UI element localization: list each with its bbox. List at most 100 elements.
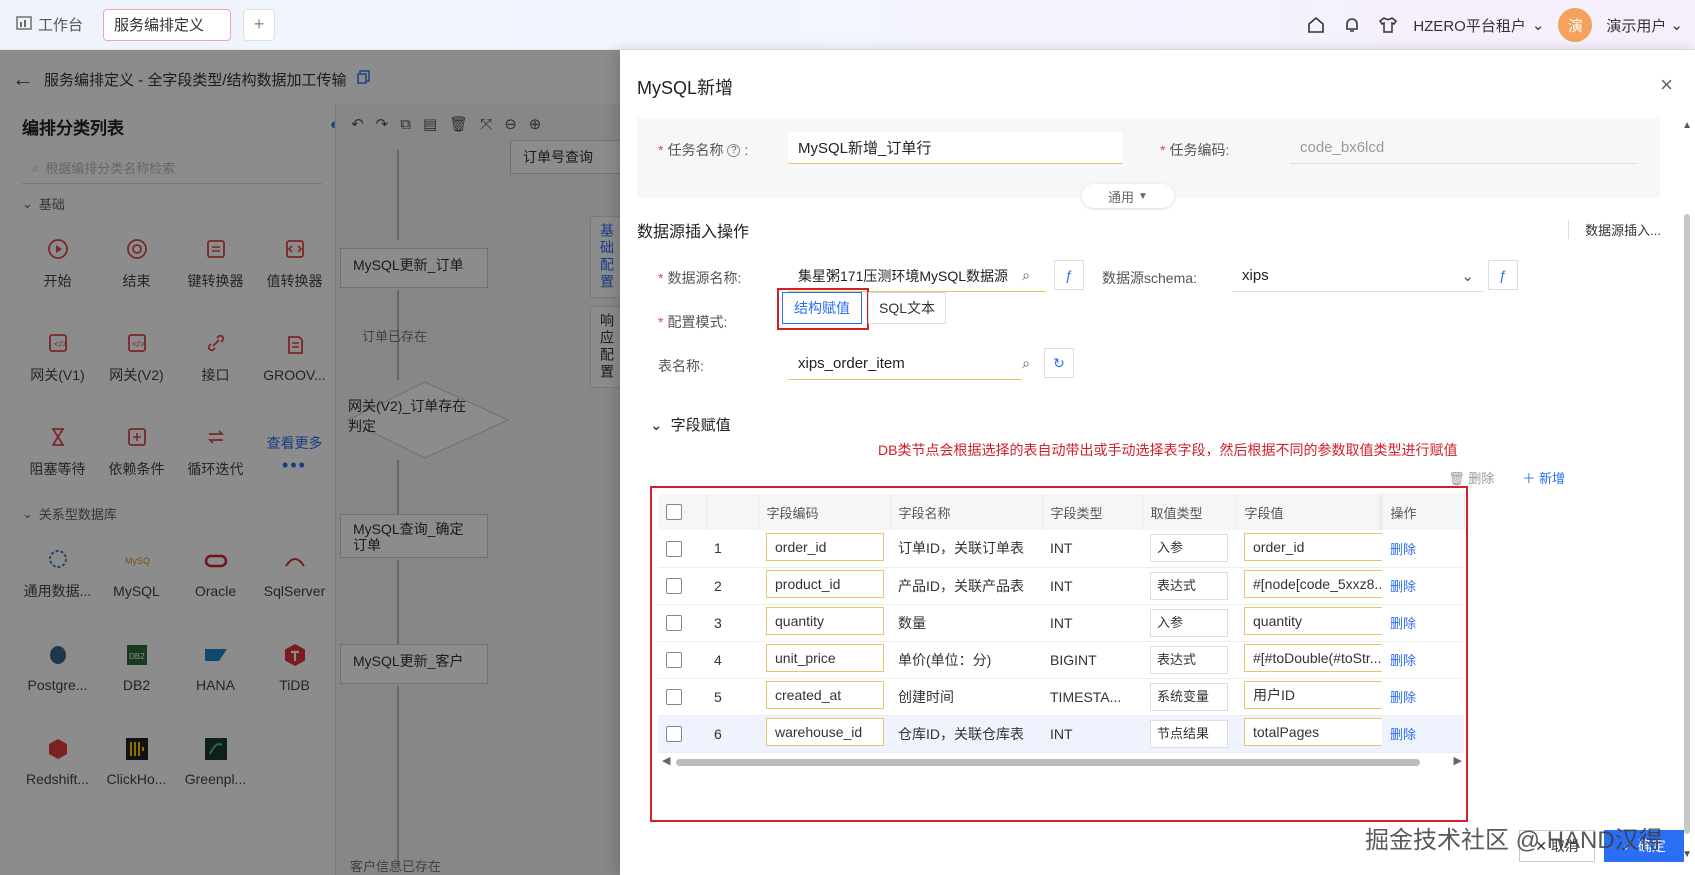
node-greenplum[interactable]: Greenpl... — [176, 714, 255, 808]
undo-icon[interactable]: ↶ — [351, 115, 364, 133]
node-sqlserver[interactable]: SqlServer — [255, 526, 334, 620]
row-checkbox[interactable] — [666, 540, 682, 557]
copy-icon[interactable] — [356, 70, 371, 88]
tenant-switcher[interactable]: HZERO平台租户 ⌄ — [1413, 15, 1544, 36]
row-delete-link[interactable]: 删除 — [1390, 653, 1416, 668]
flow-canvas[interactable] — [336, 104, 620, 875]
refresh-icon[interactable]: ↻ — [1044, 348, 1074, 378]
row-checkbox[interactable] — [666, 652, 682, 669]
value-type-select[interactable]: 节点结果 — [1150, 719, 1228, 748]
value-type-select[interactable]: 入参 — [1150, 608, 1228, 637]
row-delete-link[interactable]: 删除 — [1390, 616, 1416, 631]
row-delete-link[interactable]: 删除 — [1390, 727, 1416, 742]
node-end[interactable]: 结束 — [97, 216, 176, 310]
mode-sql-button[interactable]: SQL文本 — [868, 292, 946, 324]
row-delete-link[interactable]: 删除 — [1390, 542, 1416, 557]
value-type-select[interactable]: 系统变量 — [1150, 682, 1228, 711]
tab-workbench[interactable]: 工作台 — [6, 9, 93, 41]
copy-node-icon[interactable]: ⧉ — [400, 116, 411, 133]
user-menu[interactable]: 演示用户 ⌄ — [1606, 15, 1683, 36]
node-redshift[interactable]: Redshift... — [18, 714, 97, 808]
flow-node-mysql-query-order[interactable]: MySQL查询_确定订单 — [340, 514, 488, 558]
node-mysql[interactable]: MySQL MySQL — [97, 526, 176, 620]
field-code-input[interactable]: order_id — [766, 532, 884, 561]
drawer-vertical-scrollbar[interactable]: ▲ ▼ — [1681, 120, 1693, 860]
field-value-input[interactable]: #[#toDouble(#toStr... — [1244, 644, 1382, 672]
ds-function-icon[interactable]: ƒ — [1054, 260, 1084, 290]
close-icon[interactable]: × — [1660, 72, 1673, 98]
field-code-input[interactable]: warehouse_id — [766, 718, 884, 746]
collapse-general-toggle[interactable]: 通用 ▼ — [1082, 184, 1174, 208]
value-type-select[interactable]: 入参 — [1150, 534, 1228, 563]
scroll-thumb[interactable] — [676, 759, 1420, 766]
node-start[interactable]: 开始 — [18, 216, 97, 310]
batch-delete-button[interactable]: 🗑 删除 — [1448, 468, 1494, 487]
node-postgres[interactable]: Postgre... — [18, 620, 97, 714]
schema-select[interactable]: xips ⌄ — [1232, 260, 1484, 292]
category-search-input[interactable]: ⌕ 根据编排分类名称检索 — [22, 152, 322, 184]
node-groovy[interactable]: GROOV... — [255, 310, 334, 404]
node-db2[interactable]: DB2 DB2 — [97, 620, 176, 714]
table-name-input[interactable]: xips_order_item — [788, 348, 1022, 380]
node-gateway-v1[interactable]: </> 网关(V1) — [18, 310, 97, 404]
field-value-input[interactable]: 用户ID — [1244, 681, 1382, 709]
node-tidb[interactable]: TiDB — [255, 620, 334, 714]
tab-response-config[interactable]: 响应配置 — [590, 306, 624, 388]
view-more-button[interactable]: 查看更多 ••• — [255, 404, 334, 498]
node-interface[interactable]: 接口 — [176, 310, 255, 404]
bell-icon[interactable] — [1341, 14, 1363, 36]
row-checkbox[interactable] — [666, 578, 682, 595]
node-clickhouse[interactable]: ClickHo... — [97, 714, 176, 808]
add-row-button[interactable]: ＋ 新增 — [1522, 468, 1565, 487]
group-relational-db[interactable]: ⌄ 关系型数据库 — [22, 504, 117, 523]
tab-service-orchestration[interactable]: 服务编排定义 — [103, 8, 232, 41]
redo-icon[interactable]: ↷ — [376, 115, 389, 133]
scroll-left-icon[interactable]: ◀ — [662, 754, 670, 767]
table-horizontal-scrollbar[interactable]: ◀ ▶ — [662, 754, 1462, 768]
paste-icon[interactable]: ▤ — [423, 115, 437, 133]
zoom-in-icon[interactable]: ⊕ — [529, 115, 542, 133]
field-code-input[interactable]: unit_price — [766, 644, 884, 672]
field-value-input[interactable]: totalPages — [1244, 718, 1382, 746]
scroll-up-icon[interactable]: ▲ — [1682, 120, 1692, 131]
field-code-input[interactable]: created_at — [766, 681, 884, 709]
node-loop[interactable]: 循环迭代 — [176, 404, 255, 498]
search-list-icon[interactable]: ⌕ — [1012, 348, 1040, 378]
field-assign-section[interactable]: ⌄ 字段赋值 — [650, 414, 731, 435]
node-hana[interactable]: HANA — [176, 620, 255, 714]
home-icon[interactable] — [1305, 14, 1327, 36]
node-dependency[interactable]: 依赖条件 — [97, 404, 176, 498]
section-anchor-link[interactable]: 数据源插入... — [1568, 220, 1661, 239]
zoom-out-icon[interactable]: ⊖ — [504, 115, 517, 133]
flow-node-mysql-update-customer[interactable]: MySQL更新_客户 — [340, 644, 488, 684]
row-delete-link[interactable]: 删除 — [1390, 690, 1416, 705]
scroll-thumb[interactable] — [1684, 214, 1690, 834]
node-generic-db[interactable]: 通用数据... — [18, 526, 97, 620]
group-basic[interactable]: ⌄ 基础 — [22, 194, 65, 213]
select-all-checkbox[interactable] — [666, 504, 682, 521]
delete-icon[interactable]: 🗑 — [449, 115, 468, 133]
avatar[interactable]: 演 — [1558, 8, 1593, 42]
row-checkbox[interactable] — [666, 689, 682, 706]
task-code-input[interactable]: code_bx6lcd — [1290, 132, 1636, 164]
task-name-input[interactable]: MySQL新增_订单行 — [788, 132, 1122, 164]
row-checkbox[interactable] — [666, 615, 682, 632]
mode-struct-button[interactable]: 结构赋值 — [782, 292, 862, 324]
collapse-panel-icon[interactable]: ◐ — [330, 116, 339, 133]
node-value-converter[interactable]: 值转换器 — [255, 216, 334, 310]
fit-icon[interactable]: ⤧ — [480, 116, 492, 133]
node-key-converter[interactable]: 键转换器 — [176, 216, 255, 310]
node-gateway-v2[interactable]: </> 网关(V2) — [97, 310, 176, 404]
value-type-select[interactable]: 表达式 — [1150, 571, 1228, 600]
field-code-input[interactable]: quantity — [766, 607, 884, 635]
help-icon[interactable]: ? — [727, 143, 741, 157]
field-value-input[interactable]: #[node[code_5xxz8... — [1244, 570, 1382, 598]
scroll-right-icon[interactable]: ▶ — [1454, 754, 1462, 767]
flow-node-mysql-update-order[interactable]: MySQL更新_订单 — [340, 248, 488, 288]
shirt-icon[interactable] — [1377, 14, 1399, 36]
node-blocking-wait[interactable]: 阻塞等待 — [18, 404, 97, 498]
value-type-select[interactable]: 表达式 — [1150, 645, 1228, 674]
add-tab-button[interactable]: + — [243, 8, 276, 41]
back-arrow-icon[interactable]: ← — [12, 66, 34, 92]
tab-basic-config[interactable]: 基础配置 — [590, 216, 624, 298]
